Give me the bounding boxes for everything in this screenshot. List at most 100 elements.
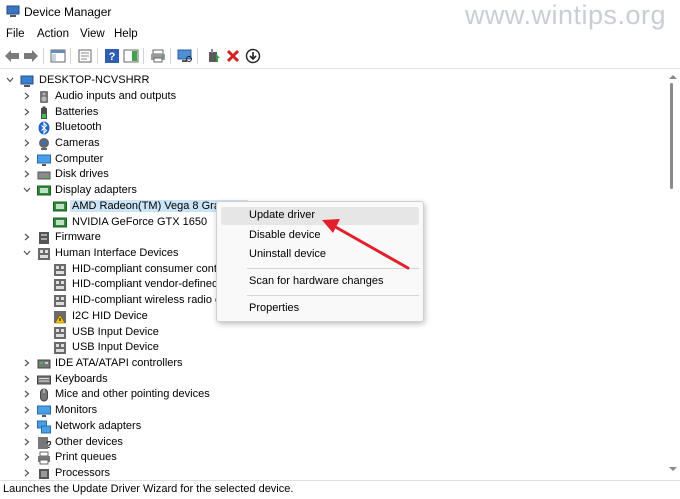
expanded-chevron-icon[interactable] <box>22 185 32 197</box>
display-adapter-icon <box>53 216 67 230</box>
collapsed-chevron-icon[interactable] <box>22 452 32 464</box>
toolbar-separator <box>70 48 71 64</box>
scrollbar-thumb[interactable] <box>670 83 673 189</box>
forward-icon[interactable] <box>22 47 40 65</box>
tree-label: I2C HID Device <box>72 310 148 322</box>
tree-label: USB Input Device <box>72 326 159 338</box>
unknown-device-icon: ? <box>37 436 52 451</box>
help-icon[interactable]: ? <box>103 47 121 65</box>
tree-label: IDE ATA/ATAPI controllers <box>55 357 183 369</box>
title-bar: Device Manager www.wintips.org <box>0 0 680 30</box>
tree-category[interactable]: Disk drives <box>0 167 664 183</box>
hid-icon <box>37 247 51 261</box>
collapsed-chevron-icon[interactable] <box>22 421 32 433</box>
toolbar-separator <box>143 48 144 64</box>
svg-text:?: ? <box>109 51 116 63</box>
mouse-icon <box>37 388 51 402</box>
collapsed-chevron-icon[interactable] <box>22 405 32 417</box>
collapsed-chevron-icon[interactable] <box>22 389 32 401</box>
print-icon[interactable] <box>149 47 167 65</box>
hid-icon <box>53 326 67 340</box>
toolbar-separator <box>43 48 44 64</box>
printer-icon <box>37 451 51 465</box>
menu-item-properties[interactable]: Properties <box>221 300 419 318</box>
tree-category[interactable]: Batteries <box>0 105 664 121</box>
scan-hardware-icon[interactable] <box>176 47 194 65</box>
tree-label: NVIDIA GeForce GTX 1650 <box>72 216 208 228</box>
tree-category[interactable]: ? Other devices <box>0 435 664 451</box>
collapsed-chevron-icon[interactable] <box>22 468 32 480</box>
tree-category[interactable]: Computer <box>0 152 664 168</box>
vertical-scrollbar[interactable] <box>666 69 680 480</box>
collapsed-chevron-icon[interactable] <box>22 91 32 103</box>
collapsed-chevron-icon[interactable] <box>22 374 32 386</box>
toolbar-separator <box>197 48 198 64</box>
speaker-icon <box>37 90 51 104</box>
toolbar: ? <box>0 44 680 69</box>
ide-icon <box>37 357 51 371</box>
menu-item-label: Update driver <box>249 209 316 221</box>
warning-icon <box>53 310 67 324</box>
processor-icon <box>37 467 51 480</box>
collapsed-chevron-icon[interactable] <box>22 232 32 244</box>
tree-category[interactable]: Cameras <box>0 136 664 152</box>
menu-view[interactable]: View <box>80 28 105 40</box>
action-pane-icon[interactable] <box>122 47 140 65</box>
collapsed-chevron-icon[interactable] <box>22 138 32 150</box>
update-driver-icon[interactable] <box>205 47 223 65</box>
tree-label: Batteries <box>55 106 99 118</box>
tree-label: Human Interface Devices <box>55 247 179 259</box>
tree-device[interactable]: USB Input Device <box>0 340 664 356</box>
hid-icon <box>53 263 67 277</box>
tree-label: Bluetooth <box>55 121 102 133</box>
scroll-up-icon[interactable] <box>668 72 678 84</box>
tree-category[interactable]: IDE ATA/ATAPI controllers <box>0 356 664 372</box>
collapsed-chevron-icon[interactable] <box>22 122 32 134</box>
expanded-chevron-icon[interactable] <box>5 75 15 87</box>
tree-category[interactable]: Bluetooth <box>0 120 664 136</box>
collapsed-chevron-icon[interactable] <box>22 437 32 449</box>
tree-root[interactable]: DESKTOP-NCVSHRR <box>0 73 664 89</box>
menu-help[interactable]: Help <box>114 28 138 40</box>
battery-icon <box>37 106 51 120</box>
display-adapter-icon <box>37 184 51 198</box>
tree-category[interactable]: Monitors <box>0 403 664 419</box>
tree-category[interactable]: Mice and other pointing devices <box>0 387 664 403</box>
tree-category[interactable]: Processors <box>0 466 664 480</box>
tree-category[interactable]: Keyboards <box>0 372 664 388</box>
tree-label: USB Input Device <box>72 341 159 353</box>
toolbar-separator <box>97 48 98 64</box>
scroll-down-icon[interactable] <box>668 464 678 476</box>
tree-category[interactable]: Display adapters <box>0 183 664 199</box>
tree-label: Mice and other pointing devices <box>55 388 210 400</box>
hid-icon <box>53 278 67 292</box>
collapsed-chevron-icon[interactable] <box>22 154 32 166</box>
hid-icon <box>53 294 67 308</box>
status-text: Launches the Update Driver Wizard for th… <box>3 483 294 495</box>
disable-icon[interactable] <box>244 47 262 65</box>
tree-label: Keyboards <box>55 373 108 385</box>
tree-label: Processors <box>55 467 111 479</box>
expanded-chevron-icon[interactable] <box>22 248 32 260</box>
collapsed-chevron-icon[interactable] <box>22 358 32 370</box>
uninstall-icon[interactable] <box>224 47 242 65</box>
toolbar-separator <box>170 48 171 64</box>
tree-label: Cameras <box>55 137 100 149</box>
tree-category[interactable]: Audio inputs and outputs <box>0 89 664 105</box>
show-hide-console-tree-icon[interactable] <box>49 47 67 65</box>
properties-icon[interactable] <box>76 47 94 65</box>
tree-category[interactable]: Print queues <box>0 450 664 466</box>
firmware-icon <box>37 231 51 245</box>
tree-device[interactable]: USB Input Device <box>0 325 664 341</box>
svg-text:?: ? <box>46 440 51 450</box>
collapsed-chevron-icon[interactable] <box>22 107 32 119</box>
device-manager-icon <box>6 5 20 17</box>
window-title: Device Manager <box>24 5 112 19</box>
menu-action[interactable]: Action <box>37 28 69 40</box>
tree-label: Disk drives <box>55 168 109 180</box>
tree-category[interactable]: Network adapters <box>0 419 664 435</box>
back-icon[interactable] <box>3 47 21 65</box>
status-bar: Launches the Update Driver Wizard for th… <box>0 480 680 499</box>
collapsed-chevron-icon[interactable] <box>22 169 32 181</box>
menu-file[interactable]: File <box>6 28 25 40</box>
